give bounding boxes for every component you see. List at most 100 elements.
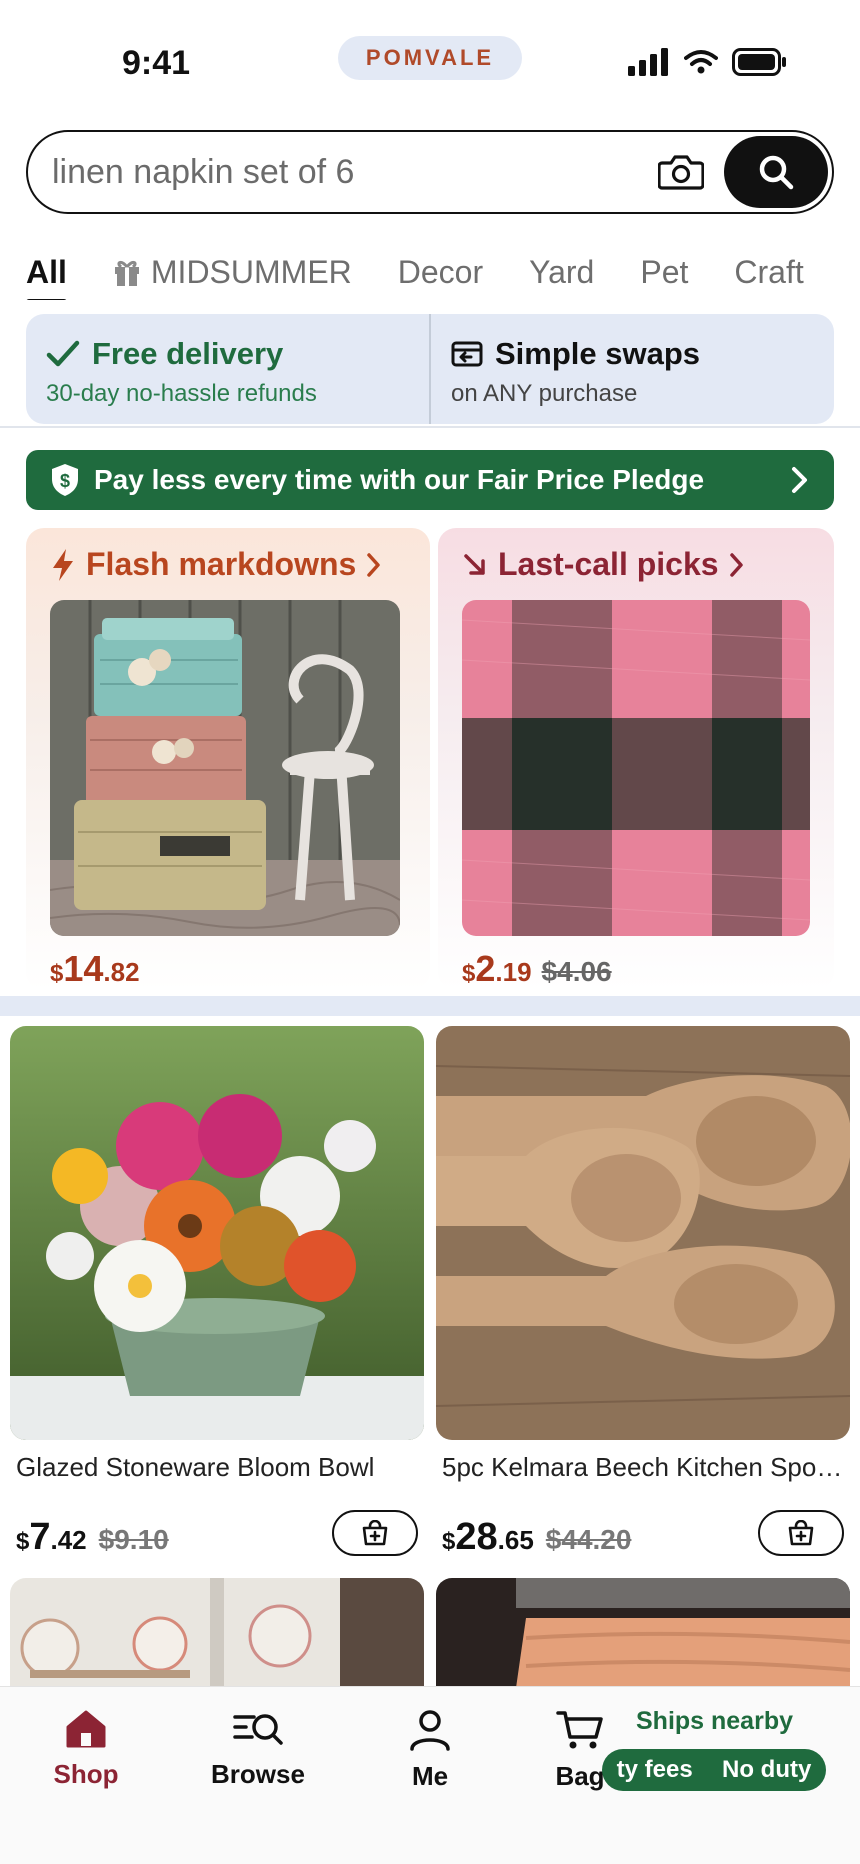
ticker-text: ty fees — [616, 1756, 693, 1783]
chevron-right-icon — [367, 552, 381, 577]
lightning-icon — [53, 548, 73, 581]
price-cents: .42 — [50, 1525, 87, 1555]
nav-label: Bag — [555, 1761, 605, 1791]
add-to-bag-button[interactable] — [758, 1510, 844, 1556]
tab-label: Yard — [529, 253, 595, 290]
search-button[interactable] — [724, 136, 828, 208]
price-whole: 14 — [63, 948, 104, 989]
price-cents: .65 — [497, 1525, 534, 1555]
status-time: 9:41 — [122, 44, 191, 82]
perk-subtitle: on ANY purchase — [451, 380, 638, 407]
product-card-image[interactable] — [436, 1578, 850, 1688]
perk-subtitle: 30-day no-hassle refunds — [46, 380, 317, 407]
bottom-navigation: Shop Browse Me Bag Ships nearby ty fees … — [0, 1686, 860, 1864]
tab-all[interactable]: All — [26, 253, 67, 300]
arrow-down-right-icon — [464, 553, 485, 575]
section-divider — [0, 996, 860, 1016]
signal-icon — [628, 48, 668, 76]
price-currency: $ — [50, 960, 64, 987]
system-icons — [628, 48, 788, 76]
ships-nearby-label: Ships nearby — [636, 1707, 793, 1735]
tab-midsummer[interactable]: MIDSUMMER — [113, 254, 352, 291]
shipping-ticker-badge: ty fees No duty — [602, 1749, 826, 1791]
nav-shop[interactable]: Shop — [16, 1709, 156, 1790]
wifi-icon — [684, 50, 718, 74]
price-currency: $ — [16, 1528, 30, 1555]
browse-icon — [233, 1714, 283, 1745]
gift-icon — [114, 260, 139, 286]
nav-label: Browse — [211, 1759, 305, 1789]
tab-label: MIDSUMMER — [150, 253, 352, 290]
flash-markdowns-card[interactable]: Flash markdowns $14.82 — [26, 528, 430, 990]
nav-label: Shop — [53, 1759, 119, 1789]
nav-label: Me — [411, 1761, 449, 1791]
person-icon — [410, 1710, 450, 1751]
simple-swaps-perk[interactable]: Simple swaps on ANY purchase — [429, 314, 834, 424]
price-whole: 2 — [475, 948, 496, 989]
return-box-icon — [451, 341, 483, 367]
flower-bowl-image — [10, 1026, 424, 1440]
deal-price: $2.19 $4.06 — [462, 948, 612, 990]
brand-logo: POMVALE — [338, 36, 522, 80]
perk-title: Free delivery — [92, 336, 284, 371]
perk-title: Simple swaps — [495, 336, 701, 371]
price-currency: $ — [462, 960, 476, 987]
category-tabs: All MIDSUMMER Decor Yard Pet Craft — [26, 244, 860, 300]
add-to-bag-button[interactable] — [332, 1510, 418, 1556]
last-call-picks-card[interactable]: Last-call picks $2.19 $4.06 — [438, 528, 834, 990]
status-bar: 9:41 POMVALE — [0, 0, 860, 120]
tab-yard[interactable]: Yard — [529, 254, 594, 291]
price-whole: 7 — [29, 1516, 51, 1558]
search-icon — [759, 155, 794, 190]
product-price: $28.65 $44.20 — [442, 1516, 631, 1559]
pledge-text: Pay less every time with our Fair Price … — [94, 464, 705, 495]
bag-plus-icon — [788, 1520, 814, 1546]
product-card[interactable]: 5pc Kelmara Beech Kitchen Spoons $28.65 … — [436, 1026, 850, 1558]
product-title: 5pc Kelmara Beech Kitchen Spoons — [442, 1452, 850, 1482]
deal-price: $14.82 — [50, 948, 140, 990]
tab-label: Pet — [640, 253, 689, 290]
nav-browse[interactable]: Browse — [188, 1709, 328, 1790]
perks-panel: Free delivery 30-day no-hassle refunds S… — [26, 314, 834, 424]
chevron-right-icon — [729, 552, 743, 577]
price-currency: $ — [442, 1528, 456, 1555]
product-card[interactable]: Glazed Stoneware Bloom Bowl $7.42 $9.10 — [10, 1026, 424, 1558]
original-price: $44.20 — [545, 1524, 632, 1555]
divider — [0, 426, 860, 428]
tab-pet[interactable]: Pet — [640, 254, 688, 291]
home-icon — [66, 1710, 106, 1748]
tab-label: Craft — [734, 253, 804, 290]
camera-icon — [658, 155, 704, 190]
nav-me[interactable]: Me — [360, 1709, 500, 1792]
product-price: $7.42 $9.10 — [16, 1516, 169, 1559]
free-delivery-perk[interactable]: Free delivery 30-day no-hassle refunds — [26, 314, 429, 424]
battery-icon — [732, 48, 786, 76]
tab-label: Decor — [397, 253, 484, 290]
original-price: $4.06 — [541, 956, 612, 987]
price-cents: .82 — [103, 957, 140, 987]
tab-craft[interactable]: Craft — [734, 254, 803, 291]
search-input[interactable] — [52, 150, 652, 194]
product-card-image[interactable] — [10, 1578, 424, 1688]
camera-search-button[interactable] — [656, 150, 706, 194]
price-whole: 28 — [455, 1516, 498, 1558]
deal-title: Last-call picks — [498, 546, 719, 582]
wicker-baskets-image — [50, 600, 400, 936]
bag-plus-icon — [362, 1520, 388, 1546]
tab-decor[interactable]: Decor — [398, 254, 483, 291]
check-icon — [46, 340, 80, 367]
price-pledge-banner[interactable]: $ Pay less every time with our Fair Pric… — [26, 450, 834, 510]
product-title: Glazed Stoneware Bloom Bowl — [16, 1452, 375, 1482]
search-bar — [26, 130, 834, 214]
wooden-spoons-image — [436, 1026, 850, 1440]
deal-title: Flash markdowns — [86, 546, 357, 582]
cart-icon — [556, 1711, 603, 1749]
price-cents: .19 — [495, 957, 532, 987]
chevron-right-icon — [792, 467, 807, 493]
shield-dollar-icon: $ — [52, 464, 78, 496]
ticker-text: No duty — [722, 1756, 812, 1783]
svg-text:$: $ — [60, 471, 70, 491]
tab-label: All — [26, 253, 67, 290]
original-price: $9.10 — [98, 1524, 169, 1555]
plaid-fabric-image — [462, 600, 810, 936]
